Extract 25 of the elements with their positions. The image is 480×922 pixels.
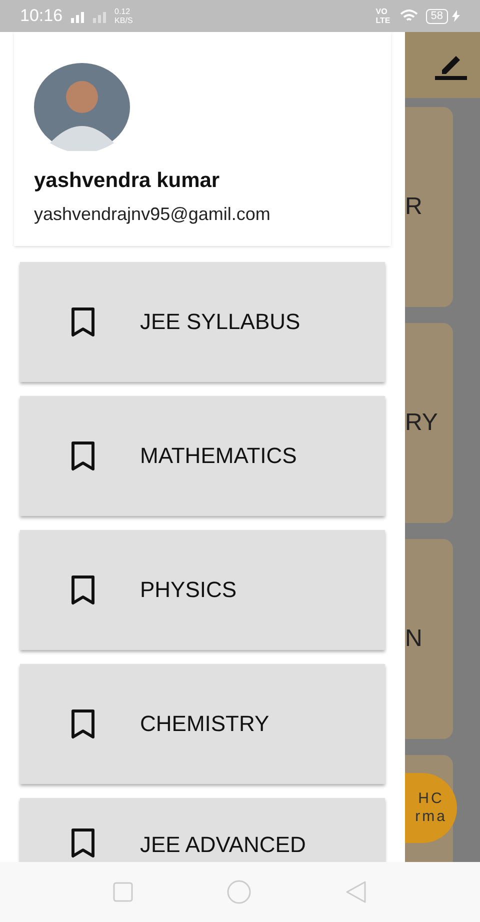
category-card[interactable]: N — [405, 539, 453, 739]
back-icon[interactable] — [345, 881, 367, 903]
menu-item[interactable]: CHEMISTRY — [20, 664, 385, 784]
user-name: yashvendra kumar — [34, 168, 221, 194]
bookmark-icon — [70, 828, 96, 858]
bookmark-icon — [70, 574, 96, 604]
category-card[interactable]: R — [405, 107, 453, 307]
menu-item[interactable]: JEE ADVANCED — [20, 798, 385, 862]
wifi-icon — [400, 9, 418, 23]
menu-item[interactable]: JEE SYLLABUS — [20, 262, 385, 382]
bookmark-icon — [70, 440, 96, 470]
recent-apps-icon[interactable] — [113, 882, 133, 902]
network-type: VO LTE — [376, 7, 392, 25]
floating-button[interactable]: HC rma — [405, 773, 457, 843]
bookmark-icon — [70, 708, 96, 738]
status-time: 10:16 — [20, 5, 63, 28]
menu-item[interactable]: MATHEMATICS — [20, 396, 385, 516]
category-card[interactable]: RY — [405, 323, 453, 523]
battery-level: 58 — [426, 8, 448, 24]
network-speed: 0.12 KB/S — [114, 7, 134, 25]
bookmark-icon — [70, 306, 96, 336]
user-email: yashvendrajnv95@gamil.com — [34, 202, 272, 226]
charging-icon — [452, 10, 460, 22]
home-icon[interactable] — [227, 880, 251, 904]
menu-item[interactable]: PHYSICS — [20, 530, 385, 650]
